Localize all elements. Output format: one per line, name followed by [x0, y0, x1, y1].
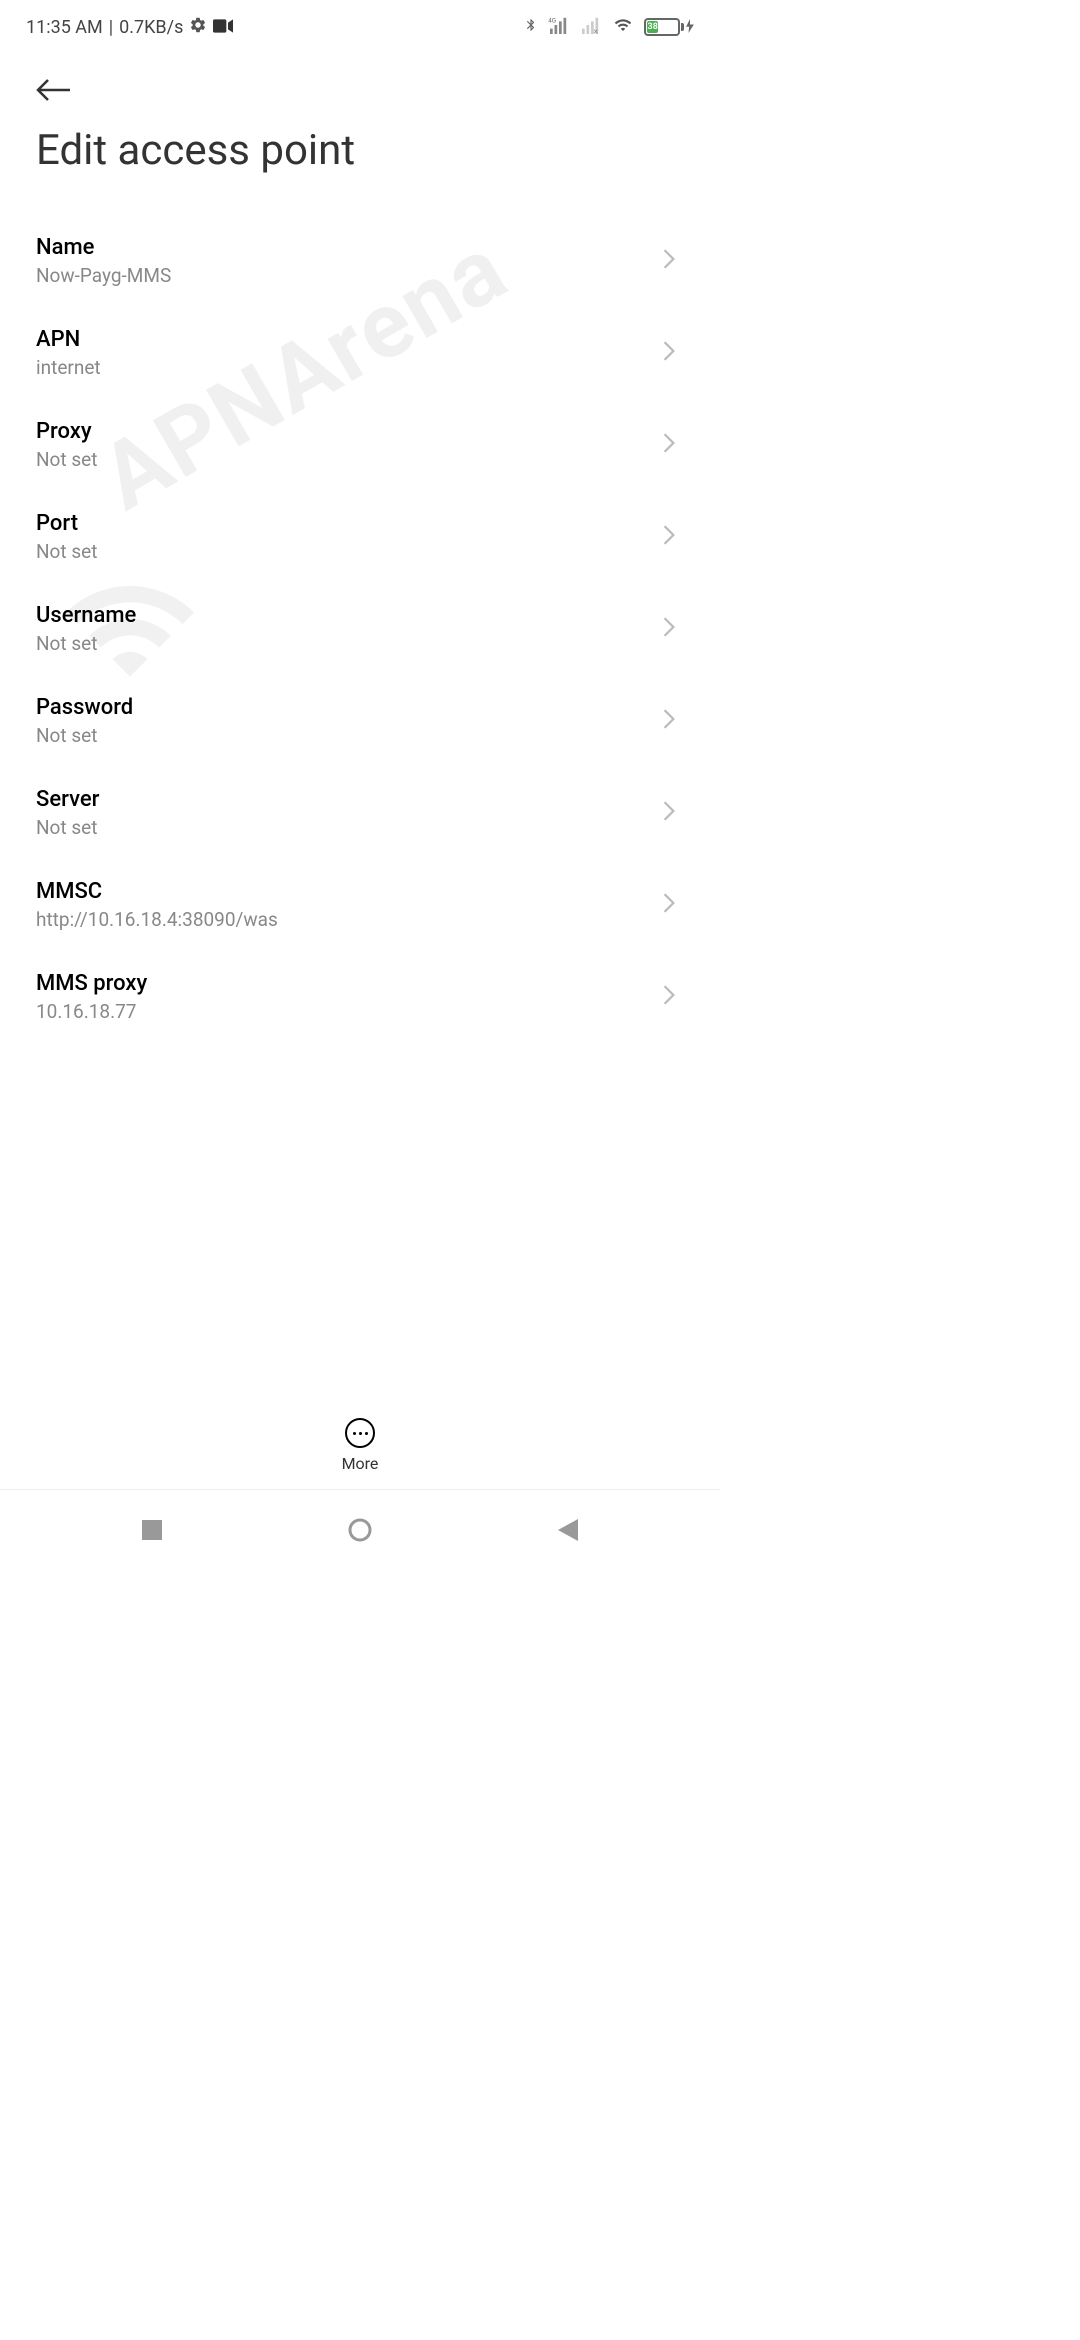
chevron-right-icon	[662, 248, 684, 274]
wifi-icon	[612, 16, 634, 38]
chevron-right-icon	[662, 892, 684, 918]
more-icon	[345, 1418, 375, 1448]
camera-icon	[213, 17, 233, 38]
page-title: Edit access point	[36, 126, 684, 175]
more-button[interactable]: More	[0, 1418, 720, 1490]
setting-value: Now-Payg-MMS	[36, 264, 662, 287]
setting-value: Not set	[36, 724, 662, 747]
setting-proxy[interactable]: Proxy Not set	[0, 399, 720, 491]
battery-level: 38	[647, 21, 658, 33]
setting-value: 10.16.18.77	[36, 1000, 662, 1023]
nav-recent-button[interactable]	[142, 1520, 162, 1540]
status-right: 4G ✕ 38	[524, 15, 694, 39]
chevron-right-icon	[662, 984, 684, 1010]
setting-label: MMS proxy	[36, 971, 662, 996]
chevron-right-icon	[662, 432, 684, 458]
setting-label: Port	[36, 511, 662, 536]
back-button[interactable]	[36, 70, 684, 126]
status-separator: |	[109, 17, 113, 38]
bluetooth-icon	[524, 15, 538, 39]
chevron-right-icon	[662, 616, 684, 642]
charging-icon	[686, 18, 694, 37]
setting-value: Not set	[36, 448, 662, 471]
svg-text:4G: 4G	[548, 16, 556, 24]
header: Edit access point	[0, 50, 720, 175]
setting-label: Password	[36, 695, 662, 720]
setting-apn[interactable]: APN internet	[0, 307, 720, 399]
setting-label: APN	[36, 327, 662, 352]
setting-value: Not set	[36, 816, 662, 839]
signal-none-icon: ✕	[580, 16, 602, 38]
setting-label: MMSC	[36, 879, 662, 904]
chevron-right-icon	[662, 524, 684, 550]
setting-name[interactable]: Name Now-Payg-MMS	[0, 215, 720, 307]
status-left: 11:35 AM | 0.7KB/s	[26, 16, 233, 39]
more-label: More	[342, 1454, 379, 1473]
setting-value: http://10.16.18.4:38090/was	[36, 908, 662, 931]
setting-value: internet	[36, 356, 662, 379]
chevron-right-icon	[662, 708, 684, 734]
setting-server[interactable]: Server Not set	[0, 767, 720, 859]
nav-bar	[0, 1500, 720, 1560]
setting-port[interactable]: Port Not set	[0, 491, 720, 583]
setting-label: Proxy	[36, 419, 662, 444]
setting-mms-proxy[interactable]: MMS proxy 10.16.18.77	[0, 951, 720, 1043]
status-bar: 11:35 AM | 0.7KB/s 4G ✕ 38	[0, 0, 720, 50]
setting-mmsc[interactable]: MMSC http://10.16.18.4:38090/was	[0, 859, 720, 951]
gear-icon	[189, 16, 207, 39]
nav-home-button[interactable]	[347, 1517, 373, 1543]
status-data-rate: 0.7KB/s	[119, 17, 183, 38]
battery-indicator: 38	[644, 18, 694, 37]
setting-value: Not set	[36, 540, 662, 563]
setting-username[interactable]: Username Not set	[0, 583, 720, 675]
setting-value: Not set	[36, 632, 662, 655]
status-time: 11:35 AM	[26, 17, 103, 38]
svg-text:✕: ✕	[593, 27, 599, 34]
chevron-right-icon	[662, 340, 684, 366]
chevron-right-icon	[662, 800, 684, 826]
setting-password[interactable]: Password Not set	[0, 675, 720, 767]
signal-4g-icon: 4G	[548, 16, 570, 38]
nav-back-button[interactable]	[558, 1519, 578, 1541]
setting-label: Username	[36, 603, 662, 628]
setting-label: Server	[36, 787, 662, 812]
settings-list: Name Now-Payg-MMS APN internet Proxy Not…	[0, 215, 720, 1043]
setting-label: Name	[36, 235, 662, 260]
